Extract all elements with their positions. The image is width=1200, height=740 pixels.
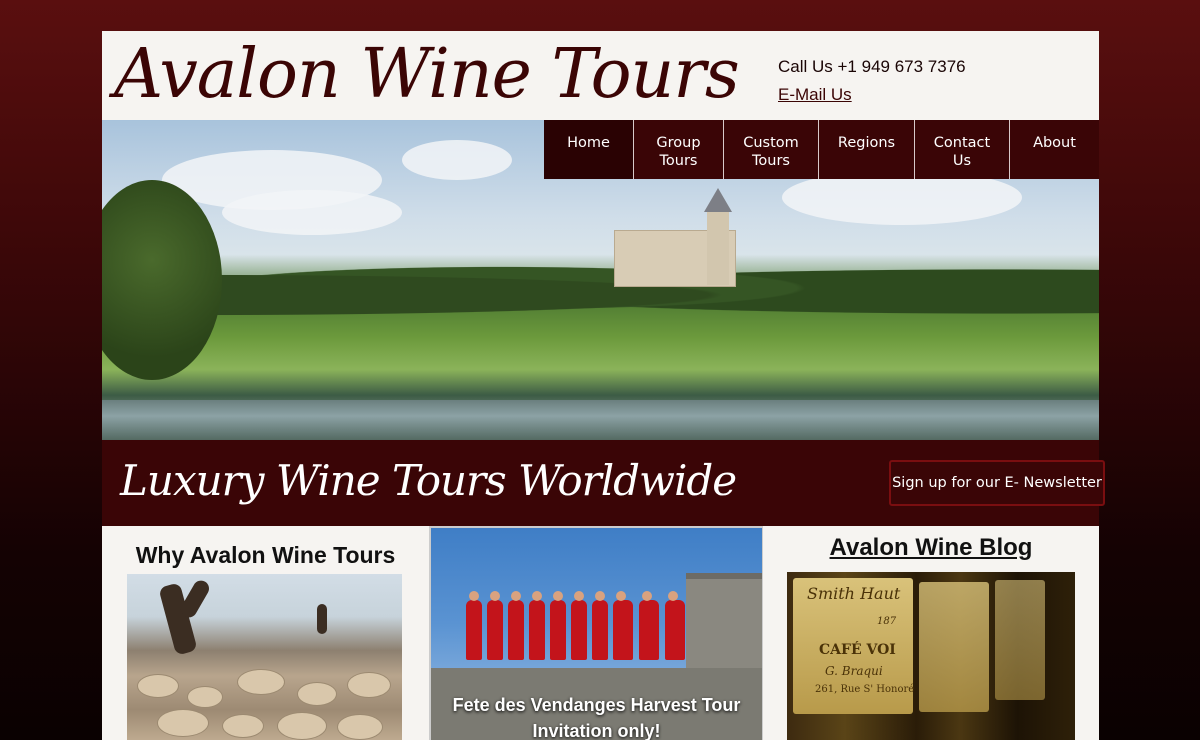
nav-about-label: About xyxy=(1033,135,1076,151)
lake xyxy=(102,400,1099,440)
why-avalon-title[interactable]: Why Avalon Wine Tours xyxy=(102,542,429,569)
featured-tour-column: Fete des Vendanges Harvest Tour Invitati… xyxy=(429,526,763,740)
site-logo[interactable]: Avalon Wine Tours xyxy=(114,35,740,114)
bottle-text-4: G. Braqui xyxy=(825,664,883,678)
bottle-text-1: Smith Haut xyxy=(807,584,901,603)
newsletter-signup-button[interactable]: Sign up for our E- Newsletter xyxy=(889,460,1105,506)
why-avalon-column: Why Avalon Wine Tours xyxy=(102,526,429,740)
nav-regions-label: Regions xyxy=(837,135,896,151)
nav-contact-us-line1: Contact xyxy=(933,135,991,151)
nav-home[interactable]: Home xyxy=(544,120,634,179)
tagline: Luxury Wine Tours Worldwide xyxy=(120,456,737,505)
bottle-text-3: CAFÉ VOI xyxy=(819,642,896,658)
nav-regions[interactable]: Regions xyxy=(819,120,915,179)
nav-home-label: Home xyxy=(567,135,610,151)
nav-group-tours-line2: Tours xyxy=(659,153,698,169)
blog-column: Avalon Wine Blog Smith Haut 187 CAFÉ VOI… xyxy=(763,526,1099,740)
nav-group-tours[interactable]: Group Tours xyxy=(634,120,724,179)
vineyard-stones-image[interactable] xyxy=(127,574,402,740)
page-container: Avalon Wine Tours Call Us +1 949 673 737… xyxy=(102,31,1105,740)
nav-about[interactable]: About xyxy=(1010,120,1099,179)
harvest-tour-caption[interactable]: Fete des Vendanges Harvest Tour xyxy=(431,695,762,716)
nav-custom-tours[interactable]: Custom Tours xyxy=(724,120,819,179)
bottle-text-5: 261, Rue S' Honoré xyxy=(815,684,915,695)
wine-bottles-image[interactable]: Smith Haut 187 CAFÉ VOI G. Braqui 261, R… xyxy=(787,572,1075,740)
contact-info: Call Us +1 949 673 7376 E-Mail Us xyxy=(778,57,966,105)
tagline-banner: Luxury Wine Tours Worldwide Sign up for … xyxy=(102,440,1105,526)
site-header: Avalon Wine Tours Call Us +1 949 673 737… xyxy=(102,31,1099,120)
harvest-tour-subcaption: Invitation only! xyxy=(532,721,661,740)
nav-contact-us[interactable]: Contact Us xyxy=(915,120,1010,179)
nav-group-tours-line1: Group xyxy=(656,135,701,151)
blog-title-link[interactable]: Avalon Wine Blog xyxy=(763,534,1099,562)
email-link[interactable]: E-Mail Us xyxy=(778,85,966,105)
main-navigation: Home Group Tours Custom Tours Regions Cont… xyxy=(544,120,1099,179)
bottle-text-2: 187 xyxy=(877,616,897,627)
chateau-tower xyxy=(704,188,732,285)
phone-number: Call Us +1 949 673 7376 xyxy=(778,57,966,76)
nav-custom-tours-line1: Custom xyxy=(743,135,799,151)
nav-custom-tours-line2: Tours xyxy=(752,153,790,169)
harvest-tour-image[interactable]: Fete des Vendanges Harvest Tour Invitati… xyxy=(431,528,762,740)
nav-contact-us-line2: Us xyxy=(952,153,972,169)
